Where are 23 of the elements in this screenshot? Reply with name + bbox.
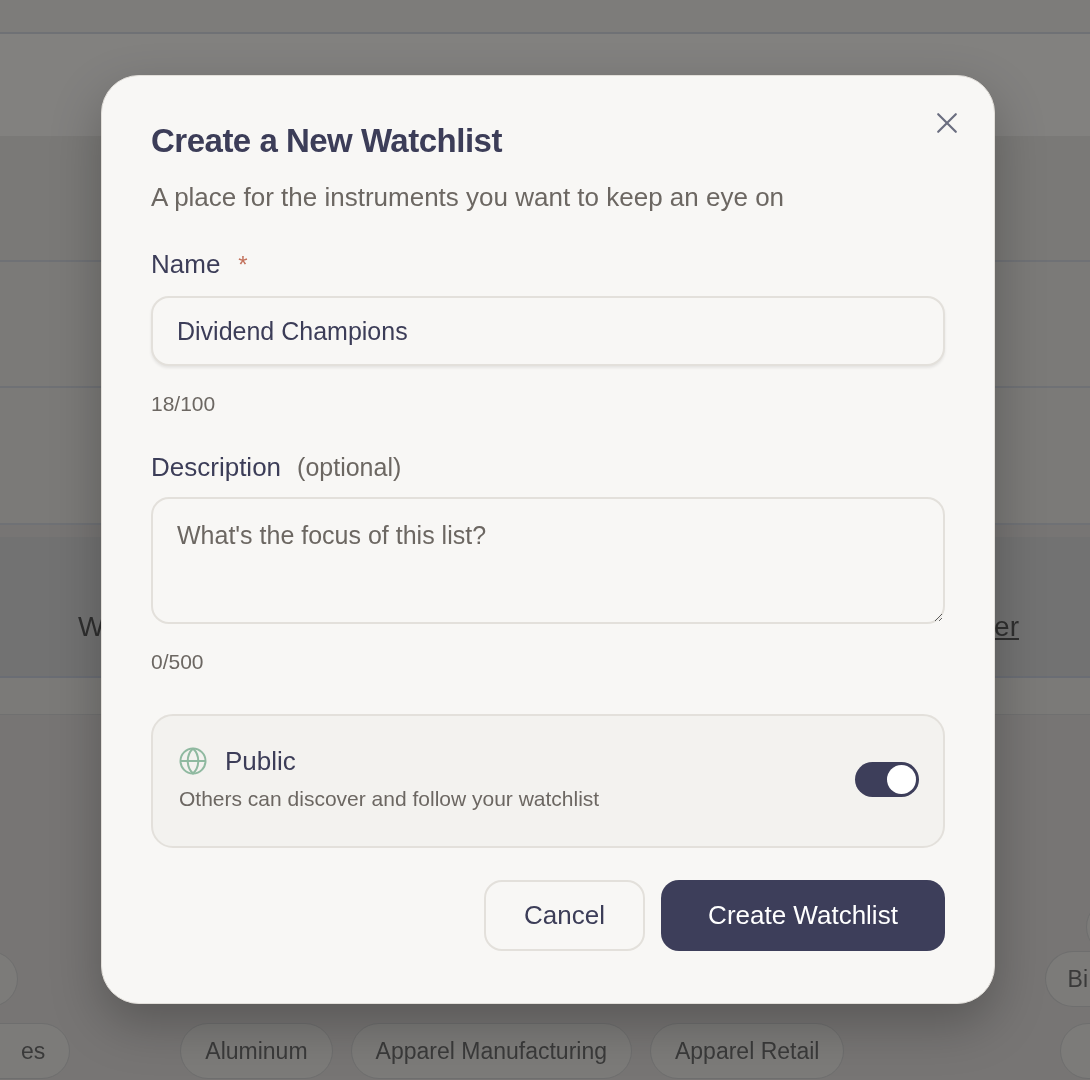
public-toggle[interactable] — [855, 761, 919, 797]
globe-icon — [179, 747, 207, 775]
close-icon[interactable] — [936, 112, 958, 134]
character-counter: 18/100 — [151, 392, 217, 416]
banner-link[interactable]: er — [994, 610, 1019, 643]
cancel-button[interactable]: Cancel — [484, 880, 645, 951]
tag-chip[interactable]: Apparel Manufacturing — [350, 1023, 632, 1079]
field-label: Name — [151, 249, 221, 280]
required-mark: * — [238, 251, 248, 279]
create-button[interactable]: Create Watchlist — [661, 880, 945, 951]
dialog-subtitle: A place for the instruments you want to keep an eye on — [151, 182, 786, 213]
visibility-description: Others can discover and follow your watchlist — [179, 786, 600, 811]
tag-chip[interactable]: Bi — [1044, 951, 1090, 1007]
optional-note: (optional) — [297, 453, 402, 482]
tag-chip[interactable]: Apparel Retail — [650, 1023, 845, 1079]
dialog-title: Create a New Watchlist — [151, 122, 503, 160]
visibility-label: Public — [225, 745, 296, 777]
tag-chip[interactable]: Aluminum — [180, 1023, 333, 1079]
description-field[interactable]: What's the focus of this list? — [151, 497, 945, 624]
character-counter: 0/500 — [151, 650, 205, 674]
tag-chip[interactable]: es — [0, 1023, 71, 1079]
field-label: Description — [151, 452, 282, 483]
name-input-field[interactable]: Dividend Champions — [151, 296, 945, 366]
